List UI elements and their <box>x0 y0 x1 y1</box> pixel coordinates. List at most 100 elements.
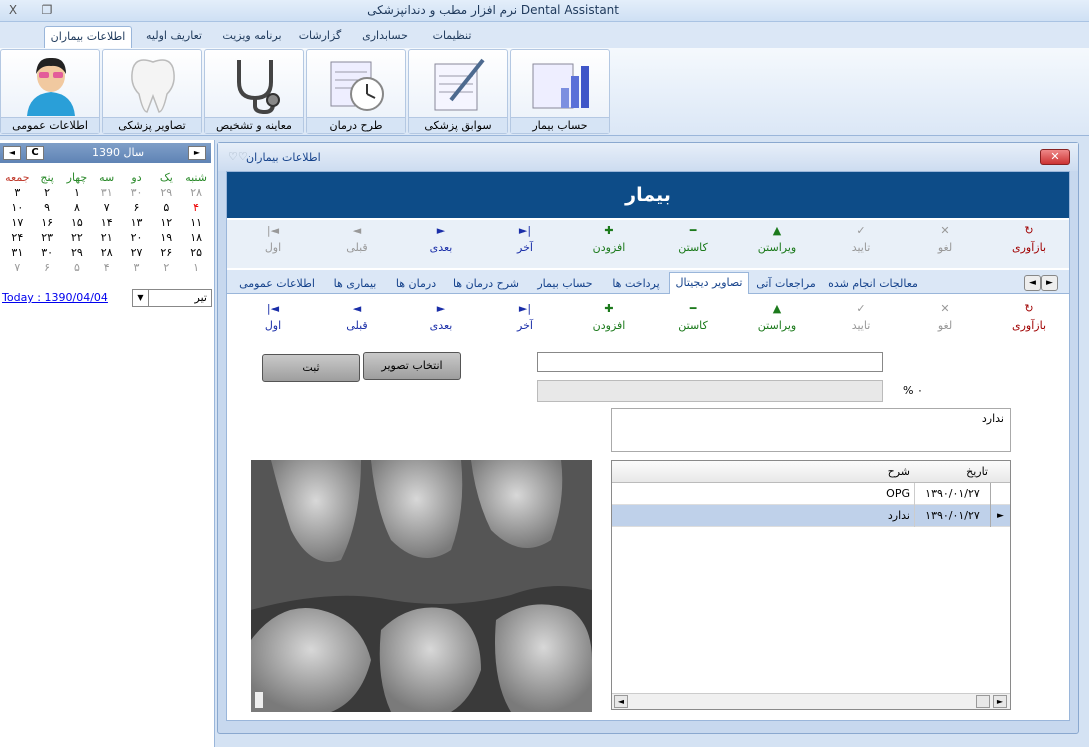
toolbar-edit-button[interactable]: ▲ ویراستن <box>747 223 807 254</box>
patient-window-close-button[interactable]: ✕ <box>1040 149 1070 165</box>
calendar-day[interactable]: ۱ <box>62 185 92 200</box>
images-prev-button[interactable]: ◄ قبلی <box>327 301 387 332</box>
calendar-day[interactable]: ۲۵ <box>181 245 211 260</box>
subtab-payments[interactable]: پرداخت ها <box>607 275 665 294</box>
ribbon-patient-account-button[interactable]: حساب بیمار <box>510 49 610 134</box>
table-row-selected[interactable]: ► ۱۳۹۰/۰۱/۲۷ ندارد <box>612 505 1010 527</box>
toolbar-confirm-button[interactable]: ✓ تایید <box>831 223 891 254</box>
calendar-day[interactable]: ۹ <box>32 200 62 215</box>
toolbar-delete-button[interactable]: ━ کاستن <box>663 223 723 254</box>
calendar-day[interactable]: ۱۹ <box>151 230 181 245</box>
calendar-clear-button[interactable]: C <box>26 146 44 160</box>
calendar-day[interactable]: ۳ <box>122 260 152 275</box>
calendar-day[interactable]: ۲ <box>151 260 181 275</box>
calendar-day[interactable]: ۲۱ <box>92 230 122 245</box>
calendar-day[interactable]: ۶ <box>122 200 152 215</box>
subtab-general-info[interactable]: اطلاعات عمومی <box>233 275 321 294</box>
calendar-day[interactable]: ۱۴ <box>92 215 122 230</box>
calendar-day[interactable]: ۲۹ <box>62 245 92 260</box>
calendar-day[interactable]: ۱۲ <box>151 215 181 230</box>
calendar-day[interactable]: ۳ <box>2 185 32 200</box>
grid-header-description[interactable]: شرح <box>888 465 910 478</box>
menu-tab-accounting[interactable]: حسابداری <box>352 26 418 48</box>
calendar-day[interactable]: ۲۸ <box>181 185 211 200</box>
toolbar-last-button[interactable]: ►| آخر <box>495 223 555 254</box>
ribbon-treatment-plan-button[interactable]: طرح درمان <box>306 49 406 134</box>
calendar-day[interactable]: ۲۸ <box>92 245 122 260</box>
images-next-button[interactable]: ► بعدی <box>411 301 471 332</box>
subtab-digital-images[interactable]: تصاویر دیجیتال <box>669 272 749 294</box>
scroll-thumb[interactable] <box>976 695 990 708</box>
toolbar-cancel-button[interactable]: ✕ لغو <box>915 223 975 254</box>
grid-header-date[interactable]: تاریخ <box>966 465 988 478</box>
images-add-button[interactable]: ✚ افزودن <box>579 301 639 332</box>
scroll-left-icon[interactable]: ◄ <box>614 695 628 708</box>
calendar-day[interactable]: ۲۷ <box>122 245 152 260</box>
calendar-day[interactable]: ۲۳ <box>32 230 62 245</box>
image-description-textarea[interactable]: ندارد <box>611 408 1011 452</box>
ribbon-general-info-button[interactable]: اطلاعات عمومی <box>0 49 100 134</box>
subtab-treatment-notes[interactable]: شرح درمان ها <box>447 275 525 294</box>
subtab-diseases[interactable]: بیماری ها <box>325 275 385 294</box>
close-icon[interactable]: X <box>4 2 22 18</box>
images-cancel-button[interactable]: ✕ لغو <box>915 301 975 332</box>
menu-tab-definitions[interactable]: تعاریف اولیه <box>136 26 212 48</box>
today-link[interactable]: Today : 1390/04/04 <box>2 291 108 304</box>
toolbar-refresh-button[interactable]: ↻ بازآوری <box>999 223 1059 254</box>
calendar-day[interactable]: ۱۳ <box>122 215 152 230</box>
calendar-day[interactable]: ۲۴ <box>2 230 32 245</box>
calendar-day[interactable]: ۲۹ <box>151 185 181 200</box>
images-delete-button[interactable]: ━ کاستن <box>663 301 723 332</box>
images-edit-button[interactable]: ▲ ویراستن <box>747 301 807 332</box>
ribbon-medical-history-button[interactable]: سوابق پزشکی <box>408 49 508 134</box>
menu-tab-reports[interactable]: گزارشات <box>292 26 348 48</box>
calendar-day[interactable]: ۴ <box>92 260 122 275</box>
menu-tab-patients-info[interactable]: اطلاعات بیماران <box>44 26 132 48</box>
calendar-day[interactable]: ۱۸ <box>181 230 211 245</box>
calendar-day[interactable]: ۲۶ <box>151 245 181 260</box>
subtab-patient-account[interactable]: حساب بیمار <box>529 275 601 294</box>
toolbar-prev-button[interactable]: ◄ قبلی <box>327 223 387 254</box>
calendar-day-today[interactable]: ۴ <box>181 200 211 215</box>
menu-tab-visit-schedule[interactable]: برنامه ویزیت <box>214 26 290 48</box>
calendar-day[interactable]: ۱۵ <box>62 215 92 230</box>
images-refresh-button[interactable]: ↻ بازآوری <box>999 301 1059 332</box>
calendar-day[interactable]: ۱۱ <box>181 215 211 230</box>
subtab-future-visits[interactable]: مراجعات آتی <box>753 275 819 294</box>
save-button[interactable]: ثبت <box>262 354 360 382</box>
tab-scroll-right-icon[interactable]: ► <box>1041 275 1058 291</box>
ribbon-exam-diagnosis-button[interactable]: معاینه و تشخیص <box>204 49 304 134</box>
calendar-day[interactable]: ۵ <box>62 260 92 275</box>
subtab-completed-treatments[interactable]: معالجات انجام شده <box>823 275 923 294</box>
toolbar-first-button[interactable]: |◄ اول <box>243 223 303 254</box>
calendar-day[interactable]: ۳۱ <box>2 245 32 260</box>
images-first-button[interactable]: |◄ اول <box>243 301 303 332</box>
tab-scroll-left-icon[interactable]: ◄ <box>1024 275 1041 291</box>
menu-tab-settings[interactable]: تنظیمات <box>422 26 482 48</box>
calendar-day[interactable]: ۱۰ <box>2 200 32 215</box>
month-select[interactable]: ▼ تیر <box>132 289 212 307</box>
calendar-day[interactable]: ۶ <box>32 260 62 275</box>
restore-icon[interactable]: ❐ <box>38 2 56 18</box>
calendar-next-button[interactable]: ► <box>188 146 206 160</box>
images-confirm-button[interactable]: ✓ تایید <box>831 301 891 332</box>
calendar-day[interactable]: ۳۰ <box>32 245 62 260</box>
image-path-input[interactable] <box>537 352 883 372</box>
toolbar-next-button[interactable]: ► بعدی <box>411 223 471 254</box>
calendar-day[interactable]: ۷ <box>92 200 122 215</box>
calendar-day[interactable]: ۵ <box>151 200 181 215</box>
calendar-day[interactable]: ۲۲ <box>62 230 92 245</box>
ribbon-medical-images-button[interactable]: تصاویر پزشکی <box>102 49 202 134</box>
calendar-day[interactable]: ۳۰ <box>122 185 152 200</box>
calendar-day[interactable]: ۱۶ <box>32 215 62 230</box>
calendar-day[interactable]: ۸ <box>62 200 92 215</box>
calendar-day[interactable]: ۷ <box>2 260 32 275</box>
chevron-down-icon[interactable]: ▼ <box>133 290 149 306</box>
toolbar-add-button[interactable]: ✚ افزودن <box>579 223 639 254</box>
calendar-day[interactable]: ۲ <box>32 185 62 200</box>
calendar-prev-button[interactable]: ◄ <box>3 146 21 160</box>
calendar-day[interactable]: ۱ <box>181 260 211 275</box>
select-image-button[interactable]: انتخاب تصویر <box>363 352 461 380</box>
calendar-day[interactable]: ۳۱ <box>92 185 122 200</box>
table-row[interactable]: ۱۳۹۰/۰۱/۲۷ OPG <box>612 483 1010 505</box>
